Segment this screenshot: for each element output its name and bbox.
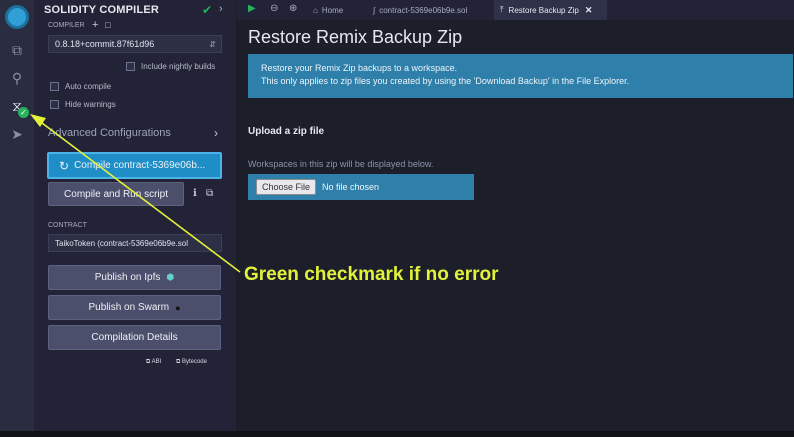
annotation-arrow <box>30 114 241 273</box>
annotation-arrow-line <box>37 119 241 273</box>
annotation-label: Green checkmark if no error <box>244 264 499 285</box>
